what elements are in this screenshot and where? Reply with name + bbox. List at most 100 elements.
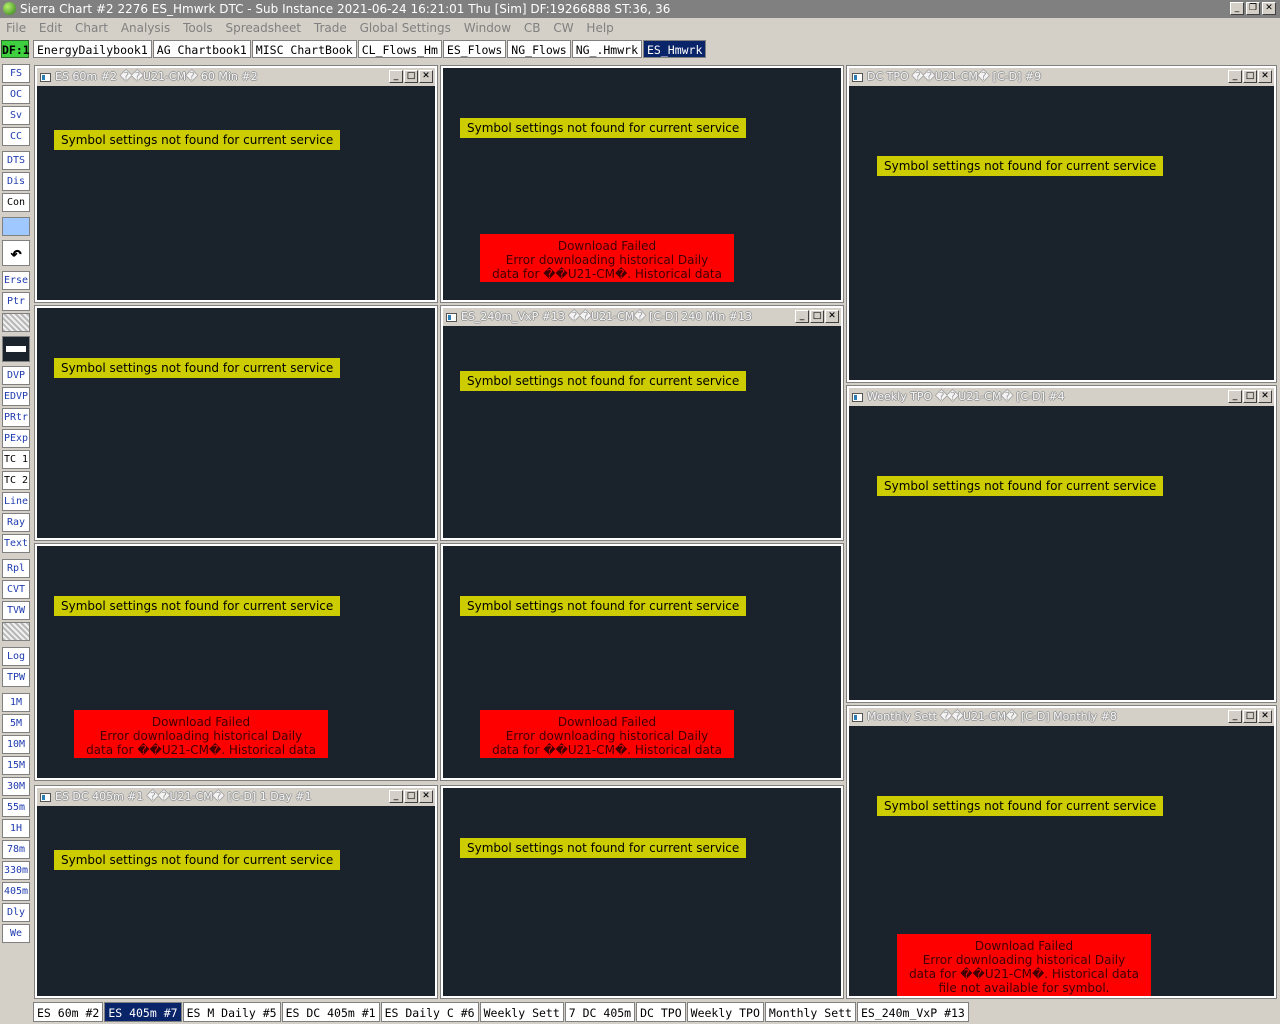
chart-tab[interactable]: ES DC 405m #1 xyxy=(281,1002,380,1022)
menu-cb[interactable]: CB xyxy=(524,21,541,35)
line-width-icon[interactable] xyxy=(2,336,30,362)
tool-sv-button[interactable]: Sv xyxy=(2,106,30,125)
tool-log-button[interactable]: Log xyxy=(2,647,30,666)
tool-edvp-button[interactable]: EDVP xyxy=(2,387,30,406)
tool-330m-button[interactable]: 330m xyxy=(2,861,30,880)
chart-close-button[interactable]: ✕ xyxy=(419,70,433,83)
chartbook-tab-active[interactable]: ES_Hmwrk xyxy=(643,40,707,58)
chart-maximize-button[interactable]: □ xyxy=(1243,390,1257,403)
menu-tools[interactable]: Tools xyxy=(183,21,213,35)
chart-window-es-240m-vxp[interactable]: ES_240m_VxP #13 ��U21-CM� [C-D] 240 Min … xyxy=(440,305,844,541)
tool-dts-button[interactable]: DTS xyxy=(2,151,30,170)
minimize-button[interactable]: _ xyxy=(1230,2,1244,15)
tool-tc1-button[interactable]: TC 1 xyxy=(2,450,30,469)
tool-erase-button[interactable]: Erse xyxy=(2,271,30,290)
chart-window-monthly-sett[interactable]: Monthly Sett ��U21-CM� [C-D] Monthly #8 … xyxy=(846,705,1277,999)
tool-oc-button[interactable]: OC xyxy=(2,85,30,104)
chart-minimize-button[interactable]: _ xyxy=(389,790,403,803)
chart-area[interactable]: Symbol settings not found for current se… xyxy=(443,788,841,996)
chartbook-tab[interactable]: ES_Flows xyxy=(442,40,507,58)
chart-minimize-button[interactable]: _ xyxy=(1228,390,1242,403)
chart-window-weekly-tpo[interactable]: Weekly TPO ��U21-CM� [C-D] #4 _ □ ✕ Symb… xyxy=(846,385,1277,703)
chart-maximize-button[interactable]: □ xyxy=(1243,70,1257,83)
chart-area[interactable]: Symbol settings not found for current se… xyxy=(443,546,841,778)
chart-window-header[interactable]: ES DC 405m #1 ��U21-CM� [C-D] 1 Day #1 _… xyxy=(37,788,435,806)
menu-window[interactable]: Window xyxy=(464,21,511,35)
chart-close-button[interactable]: ✕ xyxy=(1258,390,1272,403)
chart-maximize-button[interactable]: □ xyxy=(1243,710,1257,723)
chart-tab[interactable]: Weekly TPO xyxy=(686,1002,764,1022)
tool-1m-button[interactable]: 1M xyxy=(2,693,30,712)
tool-pexp-button[interactable]: PExp xyxy=(2,429,30,448)
menu-analysis[interactable]: Analysis xyxy=(121,21,170,35)
menu-global-settings[interactable]: Global Settings xyxy=(360,21,451,35)
chart-tab[interactable]: ES M Daily #5 xyxy=(182,1002,281,1022)
tool-cvt-button[interactable]: CVT xyxy=(2,580,30,599)
tool-we-button[interactable]: We xyxy=(2,924,30,943)
restore-button[interactable]: ❐ xyxy=(1246,2,1260,15)
chart-window-header[interactable]: DC TPO ��U21-CM� [C-D] #9 _ □ ✕ xyxy=(849,68,1274,86)
chart-tab[interactable]: ES 60m #2 xyxy=(33,1002,104,1022)
chart-window-header[interactable]: ES 60m #2 ��U21-CM� 60 Min #2 _ □ ✕ xyxy=(37,68,435,86)
menu-chart[interactable]: Chart xyxy=(75,21,108,35)
chartbook-tab[interactable]: MISC ChartBook xyxy=(251,40,357,58)
tool-30m-button[interactable]: 30M xyxy=(2,777,30,796)
chart-minimize-button[interactable]: _ xyxy=(1228,710,1242,723)
chart-window-header[interactable]: ES_240m_VxP #13 ��U21-CM� [C-D] 240 Min … xyxy=(443,308,841,326)
chart-window-untitled-top-middle[interactable]: Symbol settings not found for current se… xyxy=(440,65,844,303)
tool-15m-button[interactable]: 15M xyxy=(2,756,30,775)
tool-55m-button[interactable]: 55m xyxy=(2,798,30,817)
chart-window-es-dc-405m[interactable]: ES DC 405m #1 ��U21-CM� [C-D] 1 Day #1 _… xyxy=(34,785,438,999)
tool-dly-button[interactable]: Dly xyxy=(2,903,30,922)
chart-close-button[interactable]: ✕ xyxy=(1258,70,1272,83)
chart-area[interactable]: Symbol settings not found for current se… xyxy=(37,546,435,778)
chart-window-header[interactable]: Monthly Sett ��U21-CM� [C-D] Monthly #8 … xyxy=(849,708,1274,726)
chart-close-button[interactable]: ✕ xyxy=(1258,710,1272,723)
chartbook-tab[interactable]: NG_.Hmwrk xyxy=(571,40,642,58)
chart-area[interactable]: Symbol settings not found for current se… xyxy=(443,68,841,300)
menu-cw[interactable]: CW xyxy=(553,21,573,35)
chart-maximize-button[interactable]: □ xyxy=(404,70,418,83)
tool-prtr-button[interactable]: PRtr xyxy=(2,408,30,427)
chart-close-button[interactable]: ✕ xyxy=(825,310,839,323)
tool-dis-button[interactable]: Dis xyxy=(2,172,30,191)
chartbook-tab[interactable]: EnergyDailybook1 xyxy=(33,40,152,58)
chart-window-header[interactable]: Weekly TPO ��U21-CM� [C-D] #4 _ □ ✕ xyxy=(849,388,1274,406)
chart-area[interactable]: Symbol settings not found for current se… xyxy=(849,88,1274,380)
chart-area[interactable]: Symbol settings not found for current se… xyxy=(849,728,1274,996)
chart-close-button[interactable]: ✕ xyxy=(419,790,433,803)
hatch-pattern-icon[interactable] xyxy=(2,313,30,332)
chart-tab[interactable]: ES_240m_VxP #13 xyxy=(856,1002,969,1022)
tool-pointer-button[interactable]: Ptr xyxy=(2,292,30,311)
chart-tab[interactable]: 7 DC 405m xyxy=(564,1002,636,1022)
chart-minimize-button[interactable]: _ xyxy=(389,70,403,83)
tool-dvp-button[interactable]: DVP xyxy=(2,366,30,385)
chart-tab[interactable]: Weekly Sett xyxy=(479,1002,564,1022)
chart-window-untitled-middle-lower[interactable]: Symbol settings not found for current se… xyxy=(440,543,844,781)
chartbook-tab[interactable]: AG Chartbook1 xyxy=(152,40,251,58)
undo-arrow-icon[interactable]: ↶ xyxy=(2,240,30,266)
tool-con-button[interactable]: Con xyxy=(2,193,30,212)
close-button[interactable]: ✕ xyxy=(1262,2,1276,15)
menu-trade[interactable]: Trade xyxy=(314,21,347,35)
tool-text-button[interactable]: Text xyxy=(2,534,30,553)
chart-minimize-button[interactable]: _ xyxy=(795,310,809,323)
chart-window-es-60m[interactable]: ES 60m #2 ��U21-CM� 60 Min #2 _ □ ✕ Symb… xyxy=(34,65,438,303)
hatch-pattern-icon[interactable] xyxy=(2,622,30,641)
tool-ray-button[interactable]: Ray xyxy=(2,513,30,532)
chart-window-dc-tpo[interactable]: DC TPO ��U21-CM� [C-D] #9 _ □ ✕ Symbol s… xyxy=(846,65,1277,383)
chart-tab[interactable]: Monthly Sett xyxy=(764,1002,856,1022)
menu-edit[interactable]: Edit xyxy=(39,21,62,35)
tool-fs-button[interactable]: FS xyxy=(2,64,30,83)
menu-help[interactable]: Help xyxy=(586,21,613,35)
tool-tc2-button[interactable]: TC 2 xyxy=(2,471,30,490)
chart-area[interactable]: Symbol settings not found for current se… xyxy=(849,408,1274,700)
chart-window-untitled-middle-bottom[interactable]: Symbol settings not found for current se… xyxy=(440,785,844,999)
chart-tab[interactable]: DC TPO xyxy=(636,1002,686,1022)
chart-window-untitled-left-lower[interactable]: Symbol settings not found for current se… xyxy=(34,543,438,781)
chart-maximize-button[interactable]: □ xyxy=(404,790,418,803)
tool-rpl-button[interactable]: Rpl xyxy=(2,559,30,578)
chart-tab[interactable]: ES Daily C #6 xyxy=(380,1002,479,1022)
chart-tab-active[interactable]: ES 405m #7 xyxy=(104,1002,182,1022)
tool-5m-button[interactable]: 5M xyxy=(2,714,30,733)
